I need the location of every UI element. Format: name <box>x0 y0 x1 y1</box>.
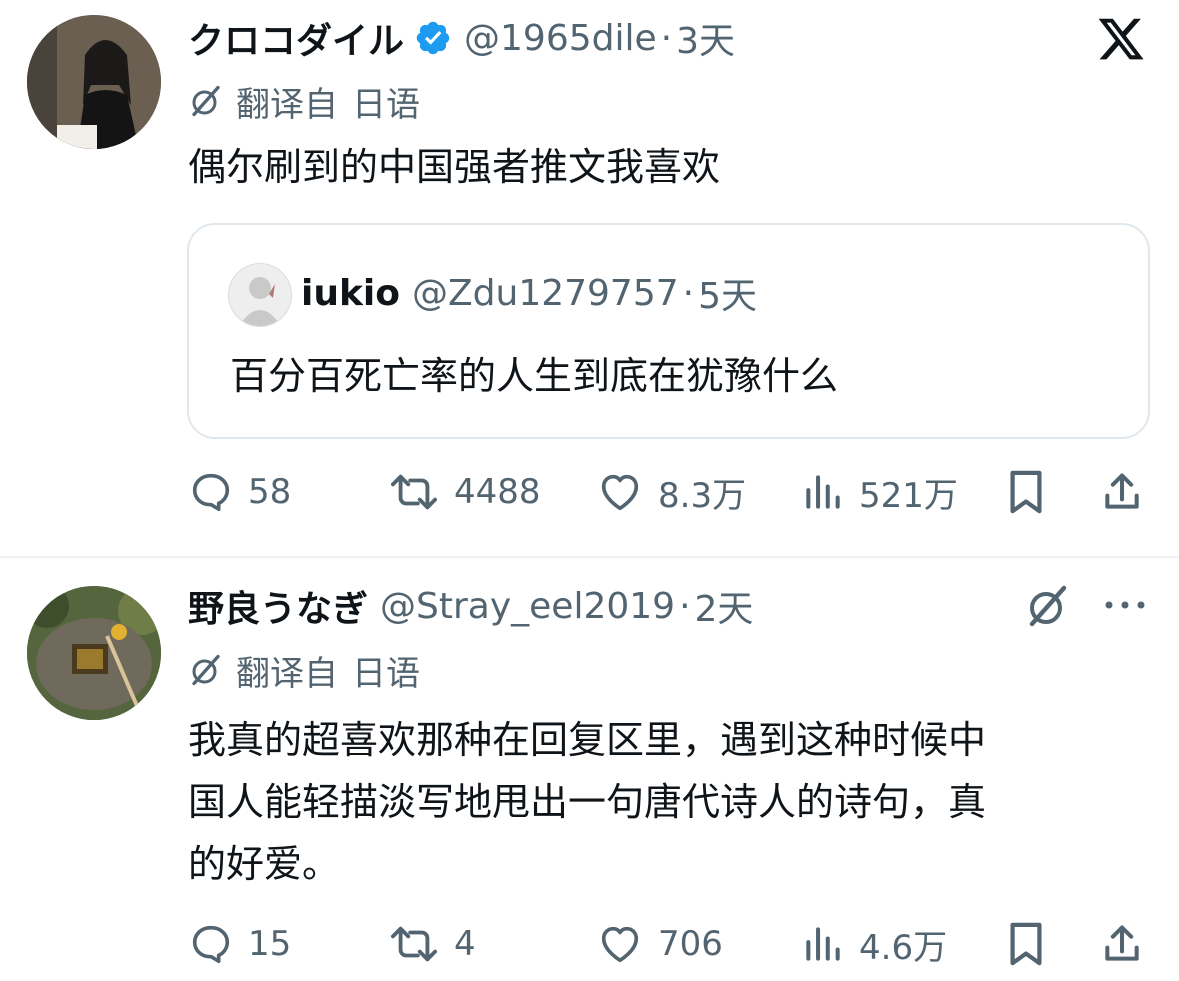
author-name[interactable]: 野良うなぎ <box>188 580 368 632</box>
views-button[interactable]: 521万 <box>801 462 958 522</box>
tweet-1[interactable]: クロコダイル @1965dile · 3天 翻译自 日语 偶尔刷到的中国强者推文… <box>0 0 1179 557</box>
like-count: 8.3万 <box>658 475 747 516</box>
author-handle[interactable]: @1965dile <box>464 18 657 59</box>
quoted-header: iukio @Zdu1279757 · 5天 <box>301 267 757 319</box>
tweet-text-line: 的好爱。 <box>188 842 341 886</box>
reply-icon <box>192 473 230 512</box>
more-dots-icon[interactable] <box>1100 590 1150 620</box>
views-icon <box>806 475 840 509</box>
share-button[interactable] <box>1100 914 1144 974</box>
views-count: 521万 <box>859 475 958 516</box>
translated-label: 翻译自 <box>236 84 338 125</box>
quoted-timestamp[interactable]: 5天 <box>698 267 757 319</box>
bookmark-button[interactable] <box>1006 914 1046 974</box>
grok-slash-icon <box>192 85 220 117</box>
tweet-text-line: 我真的超喜欢那种在回复区里，遇到这种时候中 <box>188 718 987 762</box>
reply-count: 58 <box>248 472 292 512</box>
action-bar: 58 4488 8.3万 521万 <box>0 462 1179 522</box>
author-handle[interactable]: @Stray_eel2019 <box>380 586 675 627</box>
bookmark-icon <box>1010 470 1042 514</box>
like-button[interactable]: 8.3万 <box>596 462 746 522</box>
views-button[interactable]: 4.6万 <box>801 914 947 974</box>
tweet-text: 偶尔刷到的中国强者推文我喜欢 <box>188 145 721 189</box>
bookmark-icon <box>1010 922 1042 966</box>
reply-count: 15 <box>248 924 292 964</box>
avatar[interactable] <box>27 15 161 149</box>
action-bar: 15 4 706 4.6万 <box>0 914 1179 974</box>
retweet-icon <box>390 474 437 510</box>
tweet-text-line: 国人能轻描淡写地甩出一句唐代诗人的诗句，真 <box>188 780 987 824</box>
share-icon <box>1105 473 1139 509</box>
quoted-author-handle[interactable]: @Zdu1279757 <box>412 273 679 314</box>
reply-button[interactable]: 58 <box>188 462 291 522</box>
reply-icon <box>192 925 230 964</box>
translated-label: 翻译自 <box>236 653 338 694</box>
translated-language: 日语 <box>352 653 420 694</box>
retweet-count: 4488 <box>454 472 541 512</box>
tweet-header: 野良うなぎ @Stray_eel2019 · 2天 <box>188 581 753 631</box>
retweet-icon <box>390 926 437 962</box>
like-count: 706 <box>658 924 723 964</box>
tweet-header: クロコダイル @1965dile · 3天 <box>188 13 735 63</box>
separator-dot: · <box>660 17 673 59</box>
tweet-text: 我真的超喜欢那种在回复区里，遇到这种时候中 国人能轻描淡写地甩出一句唐代诗人的诗… <box>188 709 986 895</box>
separator-dot: · <box>682 272 695 314</box>
author-name[interactable]: クロコダイル <box>188 12 404 64</box>
timestamp[interactable]: 2天 <box>695 580 754 632</box>
retweet-button[interactable]: 4 <box>388 914 476 974</box>
views-count: 4.6万 <box>859 927 948 968</box>
heart-icon <box>601 474 639 511</box>
separator-dot: · <box>679 585 691 627</box>
views-icon <box>806 927 840 961</box>
heart-icon <box>601 926 639 963</box>
bookmark-button[interactable] <box>1006 462 1046 522</box>
grok-slash-icon[interactable] <box>1024 582 1072 630</box>
quoted-avatar[interactable] <box>228 263 292 327</box>
avatar[interactable] <box>27 586 161 720</box>
tweet-divider <box>0 556 1179 558</box>
translated-language: 日语 <box>352 84 420 125</box>
like-button[interactable]: 706 <box>596 914 723 974</box>
quoted-text: 百分百死亡率的人生到底在犹豫什么 <box>230 354 839 398</box>
quoted-tweet[interactable]: iukio @Zdu1279757 · 5天 百分百死亡率的人生到底在犹豫什么 <box>187 223 1150 439</box>
quoted-author-name[interactable]: iukio <box>301 273 400 314</box>
retweet-button[interactable]: 4488 <box>388 462 541 522</box>
verified-badge-icon <box>416 21 450 55</box>
share-button[interactable] <box>1100 462 1144 522</box>
reply-button[interactable]: 15 <box>188 914 291 974</box>
retweet-count: 4 <box>454 924 476 964</box>
timestamp[interactable]: 3天 <box>676 12 735 64</box>
grok-slash-icon <box>192 654 220 686</box>
translated-from[interactable]: 翻译自 日语 <box>188 645 420 695</box>
translated-from[interactable]: 翻译自 日语 <box>188 76 420 126</box>
share-icon <box>1105 925 1139 961</box>
x-logo-icon <box>1098 18 1144 60</box>
